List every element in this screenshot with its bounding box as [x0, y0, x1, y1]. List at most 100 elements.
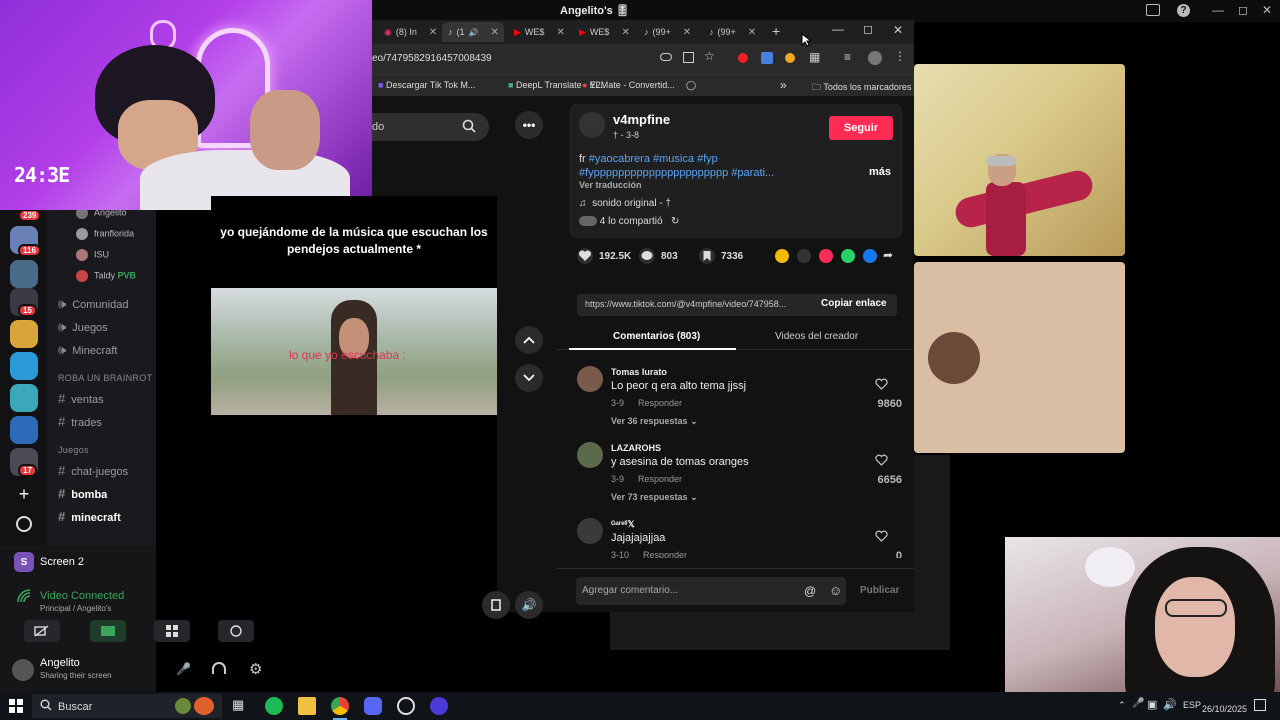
embed-icon[interactable]: [797, 249, 811, 263]
camera-off-button[interactable]: [24, 620, 60, 642]
reply-button[interactable]: Responder: [638, 474, 682, 484]
tab-youtube[interactable]: ▶ WE$ ✕: [508, 22, 565, 42]
profile-avatar[interactable]: [868, 51, 882, 65]
tab-instagram[interactable]: ◉ (8) In ✕: [378, 22, 437, 42]
comment-heart-icon[interactable]: [875, 530, 888, 542]
translate-link[interactable]: Ver traducción: [579, 180, 642, 190]
view-replies[interactable]: Ver 36 respuestas ⌄: [611, 416, 698, 427]
comment-user[interactable]: LAZAROHS: [611, 443, 661, 453]
globe-icon[interactable]: ◯: [686, 80, 696, 91]
extension-icon[interactable]: [785, 53, 795, 63]
facebook-icon[interactable]: [863, 249, 877, 263]
voice-user[interactable]: ISU: [76, 249, 109, 261]
shared-by[interactable]: 4 lo compartió ↻: [579, 216, 679, 227]
more-options-button[interactable]: •••: [515, 111, 543, 139]
tab-comments[interactable]: Comentarios (803): [613, 331, 700, 342]
more-description-link[interactable]: más: [869, 166, 891, 178]
next-video-button[interactable]: [515, 364, 543, 392]
address-bar[interactable]: eo/7479582916457008439 ☆ ▦ ≡ ⋮: [372, 44, 914, 74]
extension-icon[interactable]: [738, 53, 748, 63]
server-icon[interactable]: [10, 416, 38, 444]
bookmark-icon[interactable]: [699, 248, 715, 264]
url-text[interactable]: eo/7479582916457008439: [372, 53, 492, 64]
channel-minecraft[interactable]: 🕪 Minecraft: [58, 342, 117, 358]
minimize-icon[interactable]: —: [1212, 3, 1224, 17]
category-roba-un-brainrot[interactable]: ROBA UN BRAINROT: [58, 373, 152, 383]
comment-heart-icon[interactable]: [875, 378, 888, 390]
volume-icon[interactable]: 🔊: [1163, 698, 1177, 711]
bookmarks-overflow[interactable]: »: [780, 78, 787, 92]
inbox-icon[interactable]: [1146, 4, 1160, 16]
close-tab-icon[interactable]: ✕: [621, 27, 629, 38]
network-icon[interactable]: ▣: [1147, 698, 1157, 711]
avatar[interactable]: [577, 518, 603, 544]
puzzle-icon[interactable]: ▦: [809, 50, 820, 64]
server-icon[interactable]: [10, 384, 38, 412]
close-tab-icon[interactable]: ✕: [490, 27, 498, 38]
tab-tiktok-active[interactable]: ♪ (1 🔊 ✕: [442, 22, 504, 42]
maximize-icon[interactable]: ◻: [1238, 3, 1248, 17]
screen-share-item[interactable]: S Screen 2: [14, 552, 84, 572]
avatar[interactable]: [577, 442, 603, 468]
date-display[interactable]: 26/10/2025: [1202, 704, 1247, 714]
category-juegos[interactable]: Juegos: [58, 445, 89, 455]
channel-chat-juegos[interactable]: # chat-juegos: [58, 463, 128, 478]
close-tab-icon[interactable]: ✕: [556, 27, 564, 38]
taskbar-search[interactable]: Buscar: [32, 694, 222, 718]
voice-user[interactable]: Taldy PVB: [76, 270, 136, 282]
windows-start-icon[interactable]: [9, 699, 23, 713]
server-icon[interactable]: [10, 320, 38, 348]
channel-juegos[interactable]: 🕪 Juegos: [58, 319, 108, 335]
settings-icon[interactable]: ⚙: [249, 660, 262, 678]
hashtags[interactable]: #fypppppppppppppppppppppp #parati...: [579, 167, 774, 179]
bookmark-item[interactable]: ■ Descargar Tik Tok M...: [378, 80, 475, 90]
participant-avatar-tile[interactable]: [914, 262, 1125, 453]
explore-icon[interactable]: [16, 516, 32, 532]
install-icon[interactable]: [683, 52, 694, 63]
emoji-icon[interactable]: ☺: [829, 583, 842, 598]
share-arrow-icon[interactable]: ➦: [883, 248, 893, 262]
previous-video-button[interactable]: [515, 326, 543, 354]
creator-name[interactable]: v4mpfine: [613, 112, 670, 127]
app-icon[interactable]: [430, 697, 448, 715]
mic-icon[interactable]: 🎤: [1132, 698, 1144, 709]
copy-link-button[interactable]: Copiar enlace: [821, 298, 887, 309]
tab-creator-videos[interactable]: Videos del creador: [775, 331, 858, 342]
translate-extension-icon[interactable]: [761, 52, 773, 64]
mention-icon[interactable]: @: [804, 584, 816, 598]
notifications-icon[interactable]: [1254, 699, 1266, 711]
headphones-icon[interactable]: [212, 662, 226, 674]
close-tab-icon[interactable]: ✕: [683, 27, 691, 38]
pip-button[interactable]: [482, 591, 510, 619]
video-link[interactable]: https://www.tiktok.com/@v4mpfine/video/7…: [585, 299, 813, 309]
help-icon[interactable]: ?: [1177, 4, 1190, 17]
new-tab-button[interactable]: +: [772, 23, 780, 39]
channel-bomba[interactable]: # bomba: [58, 486, 107, 501]
comment-user[interactable]: ᴳᵃʳᵉˡⁱ𝕏: [611, 519, 635, 530]
whatsapp-icon[interactable]: [841, 249, 855, 263]
all-bookmarks[interactable]: 🗀 Todos los marcadores: [812, 80, 911, 96]
add-server-icon[interactable]: +: [14, 484, 34, 504]
reply-button[interactable]: Responder: [643, 550, 687, 558]
channel-minecraft-text[interactable]: # minecraft: [58, 509, 121, 524]
creator-avatar[interactable]: [579, 112, 605, 138]
comment-heart-icon[interactable]: [875, 454, 888, 466]
star-icon[interactable]: ☆: [704, 49, 715, 63]
avatar[interactable]: [577, 366, 603, 392]
tab-youtube[interactable]: ▶ WE$ ✕: [573, 22, 630, 42]
channel-ventas[interactable]: # ventas: [58, 391, 104, 406]
mic-icon[interactable]: 🎤: [176, 662, 191, 676]
heart-icon[interactable]: [577, 248, 593, 264]
close-tab-icon[interactable]: ✕: [429, 27, 437, 38]
close-tab-icon[interactable]: ✕: [748, 27, 756, 38]
search-icon[interactable]: [462, 119, 476, 133]
lens-icon[interactable]: [660, 53, 672, 61]
participant-video-tile[interactable]: [914, 64, 1125, 256]
comment-input[interactable]: Agregar comentario... @ ☺: [576, 577, 846, 605]
maximize-icon[interactable]: ◻: [863, 22, 873, 36]
server-icon[interactable]: [10, 352, 38, 380]
tab-tiktok[interactable]: ♪ (99+ ✕: [703, 22, 756, 42]
tab-tiktok[interactable]: ♪ (99+ ✕: [638, 22, 691, 42]
comment-icon[interactable]: [639, 248, 655, 264]
media-icon[interactable]: ≡: [844, 50, 851, 64]
